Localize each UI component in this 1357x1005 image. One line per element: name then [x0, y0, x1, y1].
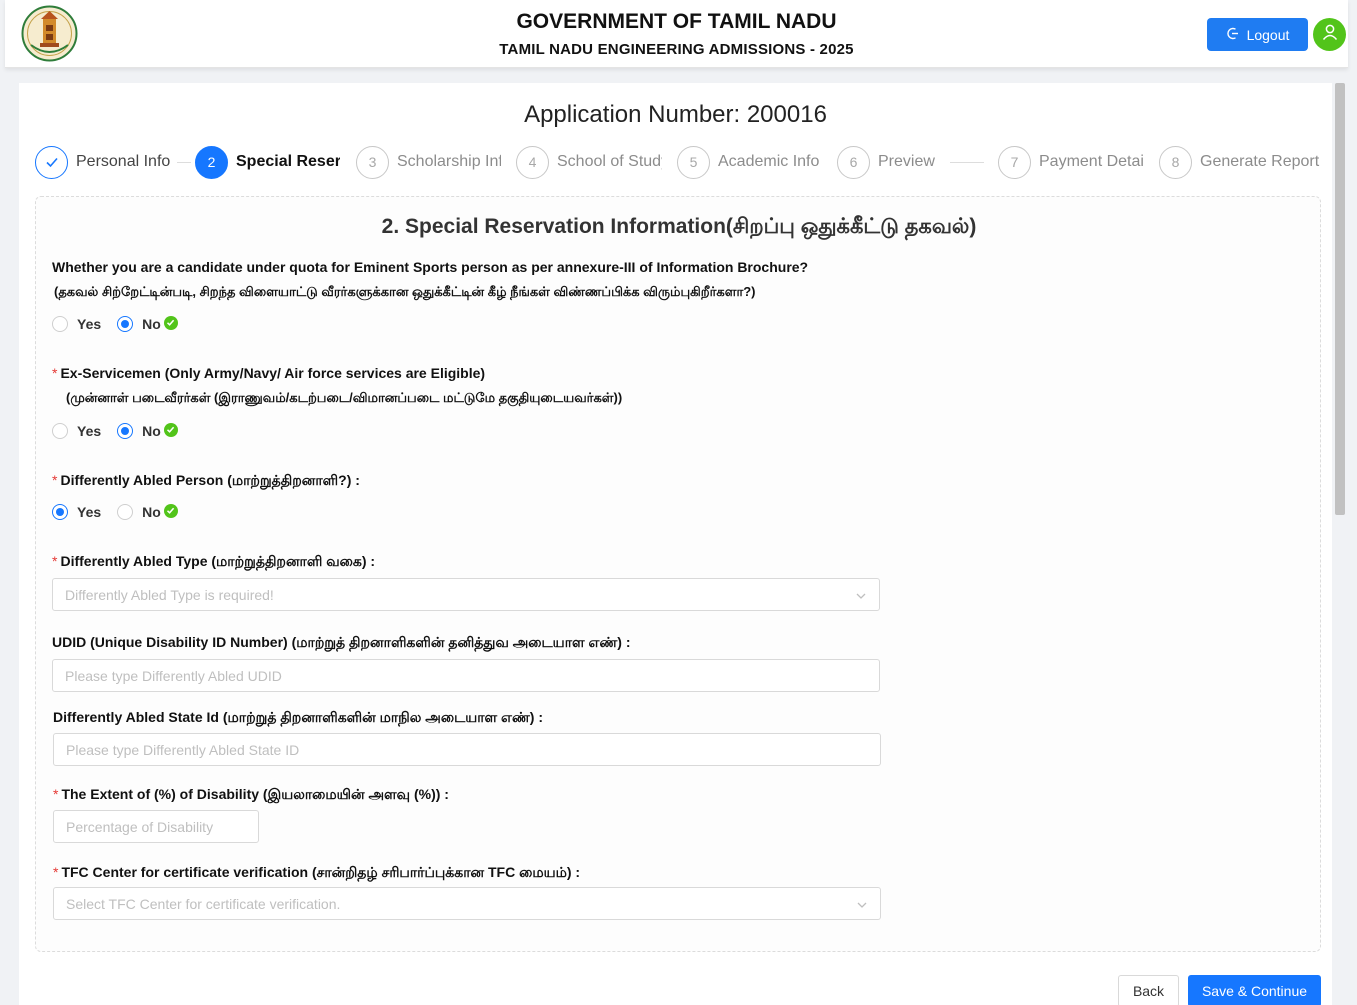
radio-button[interactable]: [52, 423, 68, 439]
tfc-center-select[interactable]: Select TFC Center for certificate verifi…: [53, 887, 881, 920]
section-title: 2. Special Reservation Information(சிறப்…: [381, 215, 977, 238]
check-circle-icon: [163, 422, 178, 437]
step-label: Generate Report: [1200, 153, 1320, 170]
step-preview[interactable]: 6 Preview: [837, 145, 948, 179]
sports-quota-label-tamil: (தகவல் சிற்றேட்டின்படி, சிறந்த விளையாட்ட…: [54, 284, 756, 299]
step-connector: [177, 162, 191, 163]
disability-percentage-input[interactable]: Percentage of Disability: [53, 810, 259, 843]
user-avatar[interactable]: [1313, 18, 1346, 51]
step-connector: [950, 162, 984, 163]
ex-servicemen-radio-group: Yes No: [52, 422, 194, 439]
step-generate-report[interactable]: 8 Generate Report: [1159, 145, 1324, 179]
step-academic-info[interactable]: 5 Academic Info: [677, 145, 828, 179]
step-number: 6: [837, 145, 870, 179]
check-icon: [35, 145, 68, 179]
radio-button[interactable]: [52, 316, 68, 332]
step-label: Personal Info: [76, 153, 171, 170]
logout-button[interactable]: Logout: [1207, 18, 1308, 51]
differently-abled-radio-group: Yes No: [52, 503, 194, 520]
required-asterisk: *: [52, 472, 58, 488]
state-id-label: Differently Abled State Id (மாற்றுத் திற…: [53, 709, 544, 725]
required-asterisk: *: [53, 864, 59, 880]
state-id-input[interactable]: Please type Differently Abled State ID: [53, 733, 881, 766]
special-reservation-form: 2. Special Reservation Information(சிறப்…: [35, 196, 1321, 952]
top-header: GOVERNMENT OF TAMIL NADU TAMIL NADU ENGI…: [5, 0, 1348, 68]
chevron-down-icon: [856, 898, 868, 914]
step-school-of-study[interactable]: 4 School of Study: [516, 145, 662, 179]
back-button[interactable]: Back: [1118, 975, 1179, 1005]
user-icon: [1321, 23, 1339, 46]
udid-input[interactable]: Please type Differently Abled UDID: [52, 659, 880, 692]
differently-abled-type-select[interactable]: Differently Abled Type is required!: [52, 578, 880, 611]
required-asterisk: *: [52, 553, 58, 569]
udid-label: UDID (Unique Disability ID Number) (மாற்…: [52, 634, 631, 650]
save-and-continue-button[interactable]: Save & Continue: [1188, 975, 1321, 1005]
step-number: 4: [516, 145, 549, 179]
radio-button-selected[interactable]: [117, 423, 134, 439]
radio-button[interactable]: [117, 504, 134, 520]
required-asterisk: *: [53, 786, 59, 802]
government-title: GOVERNMENT OF TAMIL NADU: [516, 10, 837, 33]
step-number: 7: [998, 145, 1031, 179]
check-circle-icon: [163, 503, 178, 518]
radio-button-selected[interactable]: [117, 316, 134, 332]
application-number: Application Number: 200016: [524, 101, 827, 128]
ex-servicemen-yes[interactable]: Yes: [52, 423, 101, 439]
chevron-down-icon: [855, 589, 867, 605]
step-personal-info[interactable]: Personal Info: [35, 145, 176, 179]
radio-button-selected[interactable]: [52, 504, 68, 520]
required-asterisk: *: [52, 365, 58, 381]
logout-icon: [1226, 27, 1239, 43]
admissions-subtitle: TAMIL NADU ENGINEERING ADMISSIONS - 2025: [499, 41, 854, 58]
step-label: Preview: [878, 153, 935, 170]
step-scholarship-info[interactable]: 3 Scholarship Info: [356, 145, 501, 179]
sports-quota-radio-group: Yes No: [52, 315, 194, 332]
ex-servicemen-label: * Ex-Servicemen (Only Army/Navy/ Air forc…: [52, 365, 486, 381]
step-label: Academic Info: [718, 153, 820, 170]
step-label: School of Study: [557, 153, 662, 170]
logout-label: Logout: [1246, 26, 1290, 43]
differently-abled-type-label: * Differently Abled Type (மாற்றுத்திறனாளி…: [52, 553, 376, 569]
check-circle-icon: [163, 315, 178, 330]
progress-stepper: Personal Info 2 Special Reservation Info…: [19, 145, 1332, 181]
step-payment-details[interactable]: 7 Payment Details: [998, 145, 1143, 179]
differently-abled-no[interactable]: No: [117, 503, 178, 520]
ex-servicemen-no[interactable]: No: [117, 422, 178, 439]
differently-abled-label: * Differently Abled Person (மாற்றுத்திறனா…: [52, 472, 360, 488]
vertical-scrollbar[interactable]: [1335, 83, 1345, 515]
step-number: 8: [1159, 145, 1192, 179]
step-number: 5: [677, 145, 710, 179]
step-number: 3: [356, 145, 389, 179]
sports-quota-no[interactable]: No: [117, 315, 178, 332]
sports-quota-label: Whether you are a candidate under quota …: [52, 259, 809, 275]
differently-abled-yes[interactable]: Yes: [52, 504, 101, 520]
disability-extent-label: * The Extent of (%) of Disability (இயலாமை…: [53, 786, 449, 802]
tfc-center-label: * TFC Center for certificate verification…: [53, 864, 581, 880]
step-label: Scholarship Info: [397, 153, 501, 170]
sports-quota-yes[interactable]: Yes: [52, 316, 101, 332]
ex-servicemen-label-tamil: (முன்னாள் படைவீரர்கள் (இராணுவம்/கடற்படை/…: [66, 390, 623, 405]
step-number: 2: [195, 145, 228, 179]
application-card: Application Number: 200016 Personal Info…: [19, 83, 1332, 1005]
step-label: Payment Details: [1039, 153, 1143, 170]
step-label: Special Reservation Info: [236, 153, 340, 170]
step-special-reservation[interactable]: 2 Special Reservation Info: [195, 145, 340, 179]
